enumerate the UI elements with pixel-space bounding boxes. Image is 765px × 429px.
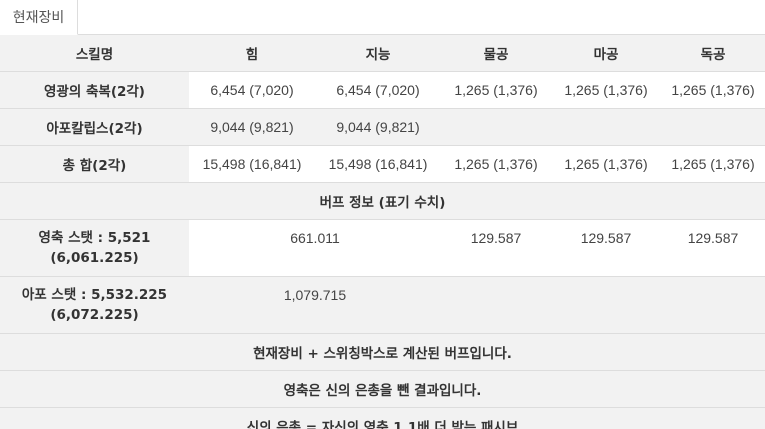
yeongchuk-stat-line2: (6,061.225) (50, 250, 139, 266)
col-header-ind: 독공 (661, 35, 765, 71)
value-cell (661, 109, 765, 145)
yeongchuk-stat-line1: 영축 스탯 : 5,521 (38, 230, 151, 246)
note-text: 영축은 신의 은총을 뺀 결과입니다. (0, 371, 765, 407)
empty-cell (441, 277, 551, 333)
value-cell: 15,498 (16,841) (189, 146, 315, 182)
table-header-row: 스킬명 힘 지능 물공 마공 독공 (0, 35, 765, 72)
value-cell: 1,265 (1,376) (661, 72, 765, 108)
note-text: 현재장비 + 스위칭박스로 계산된 버프입니다. (0, 334, 765, 370)
apo-stat-line1: 아포 스탯 : 5,532.225 (21, 287, 168, 303)
col-header-phys: 물공 (441, 35, 551, 71)
skill-name: 영광의 축복(2각) (0, 72, 189, 108)
value-cell: 1,265 (1,376) (441, 146, 551, 182)
tab-current-equipment[interactable]: 현재장비 (0, 0, 78, 35)
value-cell: 1,265 (1,376) (441, 72, 551, 108)
buff-info-title-row: 버프 정보 (표기 수치) (0, 183, 765, 220)
col-header-str: 힘 (189, 35, 315, 71)
value-cell: 1,265 (1,376) (661, 146, 765, 182)
value-cell (551, 109, 661, 145)
value-cell: 6,454 (7,020) (189, 72, 315, 108)
yeongchuk-stat-label: 영축 스탯 : 5,521 (6,061.225) (0, 220, 189, 276)
col-header-skill: 스킬명 (0, 35, 189, 71)
yeongchuk-stat-row: 영축 스탯 : 5,521 (6,061.225) 661.011 129.58… (0, 220, 765, 277)
empty-cell (551, 277, 661, 333)
apo-stat-label: 아포 스탯 : 5,532.225 (6,072.225) (0, 277, 189, 333)
yeongchuk-phys-value: 129.587 (441, 220, 551, 276)
note-row: 현재장비 + 스위칭박스로 계산된 버프입니다. (0, 334, 765, 371)
value-cell: 1,265 (1,376) (551, 72, 661, 108)
col-header-int: 지능 (315, 35, 441, 71)
value-cell (441, 109, 551, 145)
apo-stat-line2: (6,072.225) (50, 307, 139, 323)
note-row: 영축은 신의 은총을 뺀 결과입니다. (0, 371, 765, 408)
skill-name: 아포칼립스(2각) (0, 109, 189, 145)
yeongchuk-ind-value: 129.587 (661, 220, 765, 276)
value-cell: 9,044 (9,821) (189, 109, 315, 145)
value-cell: 15,498 (16,841) (315, 146, 441, 182)
buff-info-title: 버프 정보 (표기 수치) (0, 183, 765, 219)
table-row: 아포칼립스(2각) 9,044 (9,821) 9,044 (9,821) (0, 109, 765, 146)
tab-bar: 현재장비 (0, 0, 765, 35)
value-cell: 9,044 (9,821) (315, 109, 441, 145)
value-cell: 1,265 (1,376) (551, 146, 661, 182)
value-cell: 6,454 (7,020) (315, 72, 441, 108)
col-header-mag: 마공 (551, 35, 661, 71)
table-row: 영광의 축복(2각) 6,454 (7,020) 6,454 (7,020) 1… (0, 72, 765, 109)
apo-stat-value: 1,079.715 (189, 277, 441, 333)
yeongchuk-stat-value: 661.011 (189, 220, 441, 276)
yeongchuk-mag-value: 129.587 (551, 220, 661, 276)
table-row-total: 총 합(2각) 15,498 (16,841) 15,498 (16,841) … (0, 146, 765, 183)
apo-stat-row: 아포 스탯 : 5,532.225 (6,072.225) 1,079.715 (0, 277, 765, 334)
note-row: 신의 은총 = 자신의 영축 1.1배 더 받는 패시브 (0, 408, 765, 429)
note-text: 신의 은총 = 자신의 영축 1.1배 더 받는 패시브 (0, 408, 765, 429)
skill-name: 총 합(2각) (0, 146, 189, 182)
empty-cell (661, 277, 765, 333)
